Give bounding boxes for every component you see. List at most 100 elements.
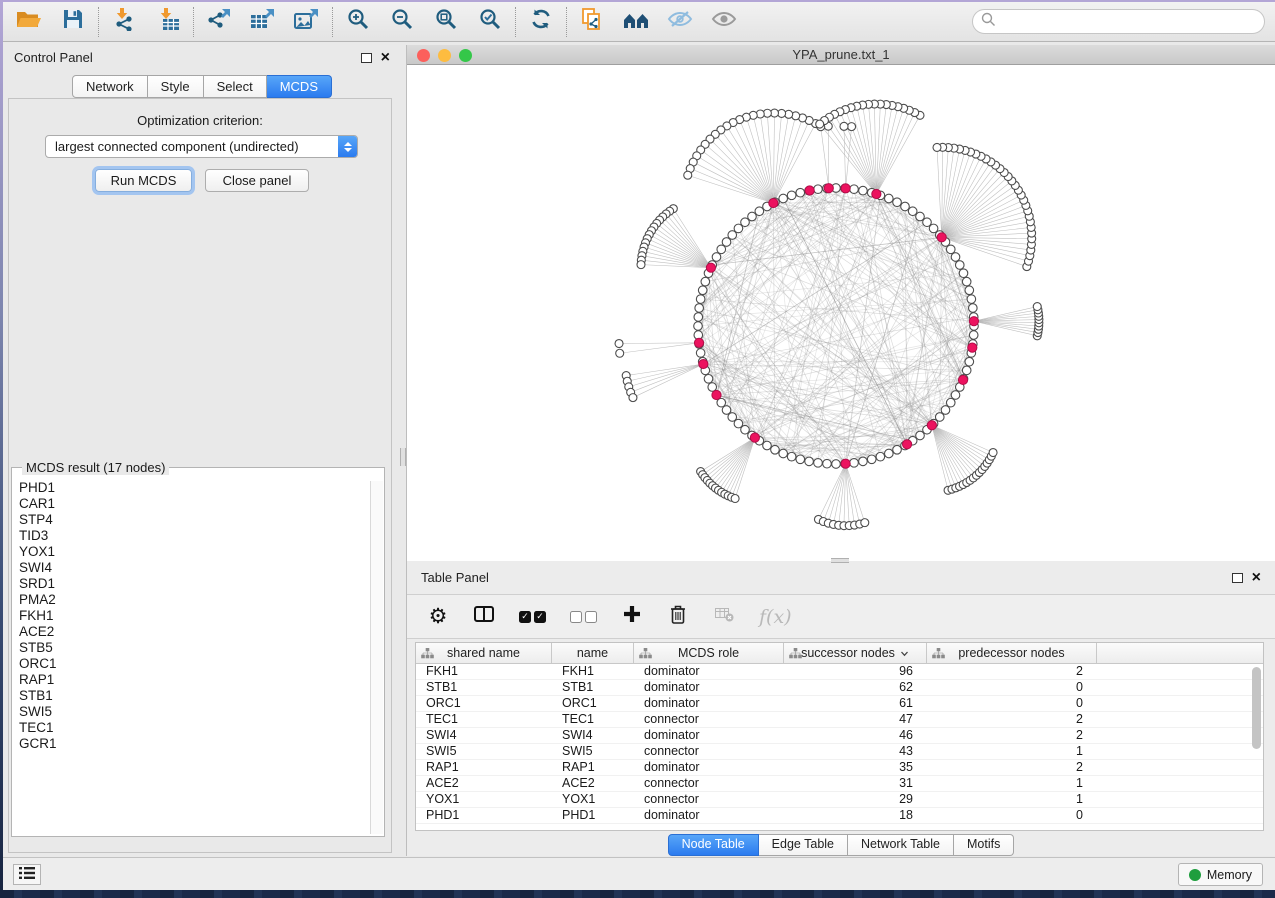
export-network-button[interactable] — [197, 5, 241, 39]
mcds-result-item[interactable]: STB5 — [14, 640, 368, 656]
table-cell[interactable]: dominator — [634, 728, 784, 743]
network-node[interactable] — [695, 304, 704, 313]
table-cell[interactable]: dominator — [634, 696, 784, 711]
zoom-out-button[interactable] — [380, 5, 424, 39]
hide-selected-button[interactable] — [658, 5, 702, 39]
tab-node-table[interactable]: Node Table — [668, 834, 759, 856]
network-hub-node[interactable] — [706, 263, 715, 272]
close-panel-button[interactable]: × — [381, 53, 390, 63]
float-panel-button[interactable] — [361, 53, 372, 63]
network-node[interactable] — [763, 441, 772, 450]
table-cell[interactable]: PHD1 — [552, 808, 634, 823]
tab-motifs[interactable]: Motifs — [954, 834, 1014, 856]
network-node[interactable] — [701, 277, 710, 286]
network-node[interactable] — [708, 383, 717, 392]
tab-mcds[interactable]: MCDS — [267, 75, 332, 98]
network-hub-node[interactable] — [969, 317, 978, 326]
network-node[interactable] — [962, 366, 971, 375]
select-all-columns-button[interactable]: ✓✓ — [519, 602, 546, 632]
network-hub-node[interactable] — [750, 433, 759, 442]
network-leaf-node[interactable] — [616, 349, 624, 357]
float-table-panel-button[interactable] — [1232, 573, 1243, 583]
table-row[interactable]: ORC1ORC1dominator610 — [416, 696, 1263, 712]
network-node[interactable] — [771, 445, 780, 454]
table-cell[interactable]: dominator — [634, 664, 784, 679]
network-node[interactable] — [698, 286, 707, 295]
show-all-button[interactable] — [702, 5, 746, 39]
network-node[interactable] — [965, 286, 974, 295]
network-leaf-node[interactable] — [816, 120, 824, 128]
network-hub-node[interactable] — [699, 359, 708, 368]
table-cell[interactable]: YOX1 — [552, 792, 634, 807]
table-cell[interactable]: ACE2 — [416, 776, 552, 791]
table-cell[interactable]: 0 — [927, 696, 1097, 711]
task-history-button[interactable] — [13, 864, 41, 885]
table-cell[interactable]: 1 — [927, 744, 1097, 759]
network-node[interactable] — [696, 295, 705, 304]
network-leaf-node[interactable] — [840, 122, 848, 130]
network-node[interactable] — [755, 207, 764, 216]
table-cell[interactable]: PHD1 — [416, 808, 552, 823]
table-row[interactable]: PHD1PHD1dominator180 — [416, 808, 1263, 824]
table-cell[interactable]: 62 — [784, 680, 927, 695]
table-row[interactable]: RAP1RAP1dominator352 — [416, 760, 1263, 776]
network-node[interactable] — [867, 455, 876, 464]
network-leaf-node[interactable] — [615, 340, 623, 348]
memory-button[interactable]: Memory — [1178, 863, 1263, 886]
network-node[interactable] — [850, 459, 859, 468]
export-table-button[interactable] — [241, 5, 285, 39]
network-node[interactable] — [694, 313, 703, 322]
table-cell[interactable]: dominator — [634, 680, 784, 695]
network-node[interactable] — [859, 186, 868, 195]
table-cell[interactable]: dominator — [634, 808, 784, 823]
run-mcds-button[interactable]: Run MCDS — [95, 169, 192, 192]
table-cell[interactable]: SWI4 — [552, 728, 634, 743]
network-hub-node[interactable] — [841, 184, 850, 193]
network-leaf-node[interactable] — [637, 261, 645, 269]
network-hub-node[interactable] — [824, 184, 833, 193]
table-cell[interactable]: SWI5 — [552, 744, 634, 759]
network-hub-node[interactable] — [968, 343, 977, 352]
mcds-result-item[interactable]: RAP1 — [14, 672, 368, 688]
table-cell[interactable]: 2 — [927, 664, 1097, 679]
delete-column-button[interactable] — [667, 602, 689, 632]
add-column-button[interactable] — [621, 602, 643, 632]
table-cell[interactable]: 0 — [927, 680, 1097, 695]
table-row[interactable]: YOX1YOX1connector291 — [416, 792, 1263, 808]
refresh-layout-button[interactable] — [519, 5, 563, 39]
maximize-window-icon[interactable] — [459, 49, 472, 62]
network-node[interactable] — [717, 245, 726, 254]
column-header-predecessor-nodes[interactable]: predecessor nodes — [927, 643, 1097, 663]
network-leaf-node[interactable] — [989, 449, 997, 457]
network-node[interactable] — [779, 449, 788, 458]
network-node[interactable] — [859, 457, 868, 466]
close-window-icon[interactable] — [417, 49, 430, 62]
zoom-selected-button[interactable] — [468, 5, 512, 39]
table-cell[interactable]: connector — [634, 776, 784, 791]
mcds-result-item[interactable]: GCR1 — [14, 736, 368, 752]
mcds-result-item[interactable]: STB1 — [14, 688, 368, 704]
table-cell[interactable]: connector — [634, 792, 784, 807]
zoom-fit-button[interactable] — [424, 5, 468, 39]
table-cell[interactable]: ORC1 — [552, 696, 634, 711]
table-cell[interactable]: YOX1 — [416, 792, 552, 807]
network-hub-node[interactable] — [805, 186, 814, 195]
import-table-button[interactable] — [146, 5, 190, 39]
table-cell[interactable]: 1 — [927, 776, 1097, 791]
table-cell[interactable]: STB1 — [416, 680, 552, 695]
network-leaf-node[interactable] — [861, 519, 869, 527]
table-cell[interactable]: 2 — [927, 728, 1097, 743]
table-cell[interactable]: 18 — [784, 808, 927, 823]
mcds-result-scrollbar[interactable] — [370, 481, 383, 834]
network-node[interactable] — [805, 457, 814, 466]
column-header-shared-name[interactable]: shared name — [416, 643, 552, 663]
mcds-result-item[interactable]: SWI4 — [14, 560, 368, 576]
network-hub-node[interactable] — [841, 459, 850, 468]
network-node[interactable] — [946, 398, 955, 407]
column-header-name[interactable]: name — [552, 643, 634, 663]
table-cell[interactable]: 2 — [927, 712, 1097, 727]
network-hub-node[interactable] — [769, 198, 778, 207]
close-panel-button-mcds[interactable]: Close panel — [205, 169, 309, 192]
table-cell[interactable]: RAP1 — [416, 760, 552, 775]
network-node[interactable] — [946, 245, 955, 254]
